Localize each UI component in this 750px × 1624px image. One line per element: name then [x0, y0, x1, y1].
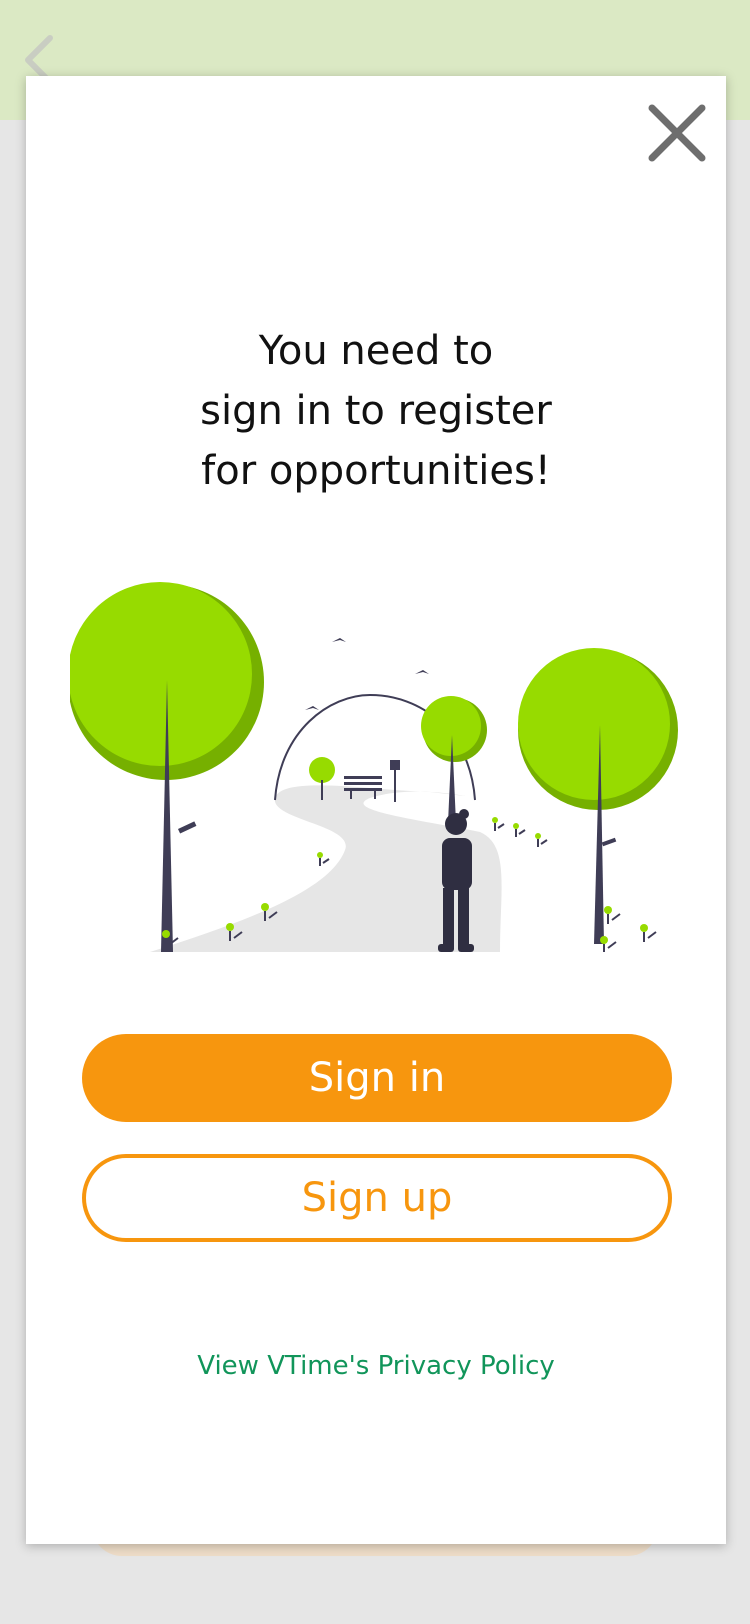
title-line: sign in to register	[200, 388, 552, 434]
title-line: for opportunities!	[201, 448, 551, 494]
sign-in-modal: You need to sign in to register for oppo…	[26, 76, 726, 1544]
title-line: You need to	[258, 328, 494, 374]
park-illustration	[70, 582, 678, 952]
privacy-policy-link[interactable]: View VTime's Privacy Policy	[66, 1351, 686, 1381]
modal-title: You need to sign in to register for oppo…	[66, 321, 686, 501]
sign-in-button[interactable]: Sign in	[82, 1034, 672, 1122]
sign-up-button[interactable]: Sign up	[82, 1154, 672, 1242]
close-icon[interactable]	[642, 98, 712, 168]
